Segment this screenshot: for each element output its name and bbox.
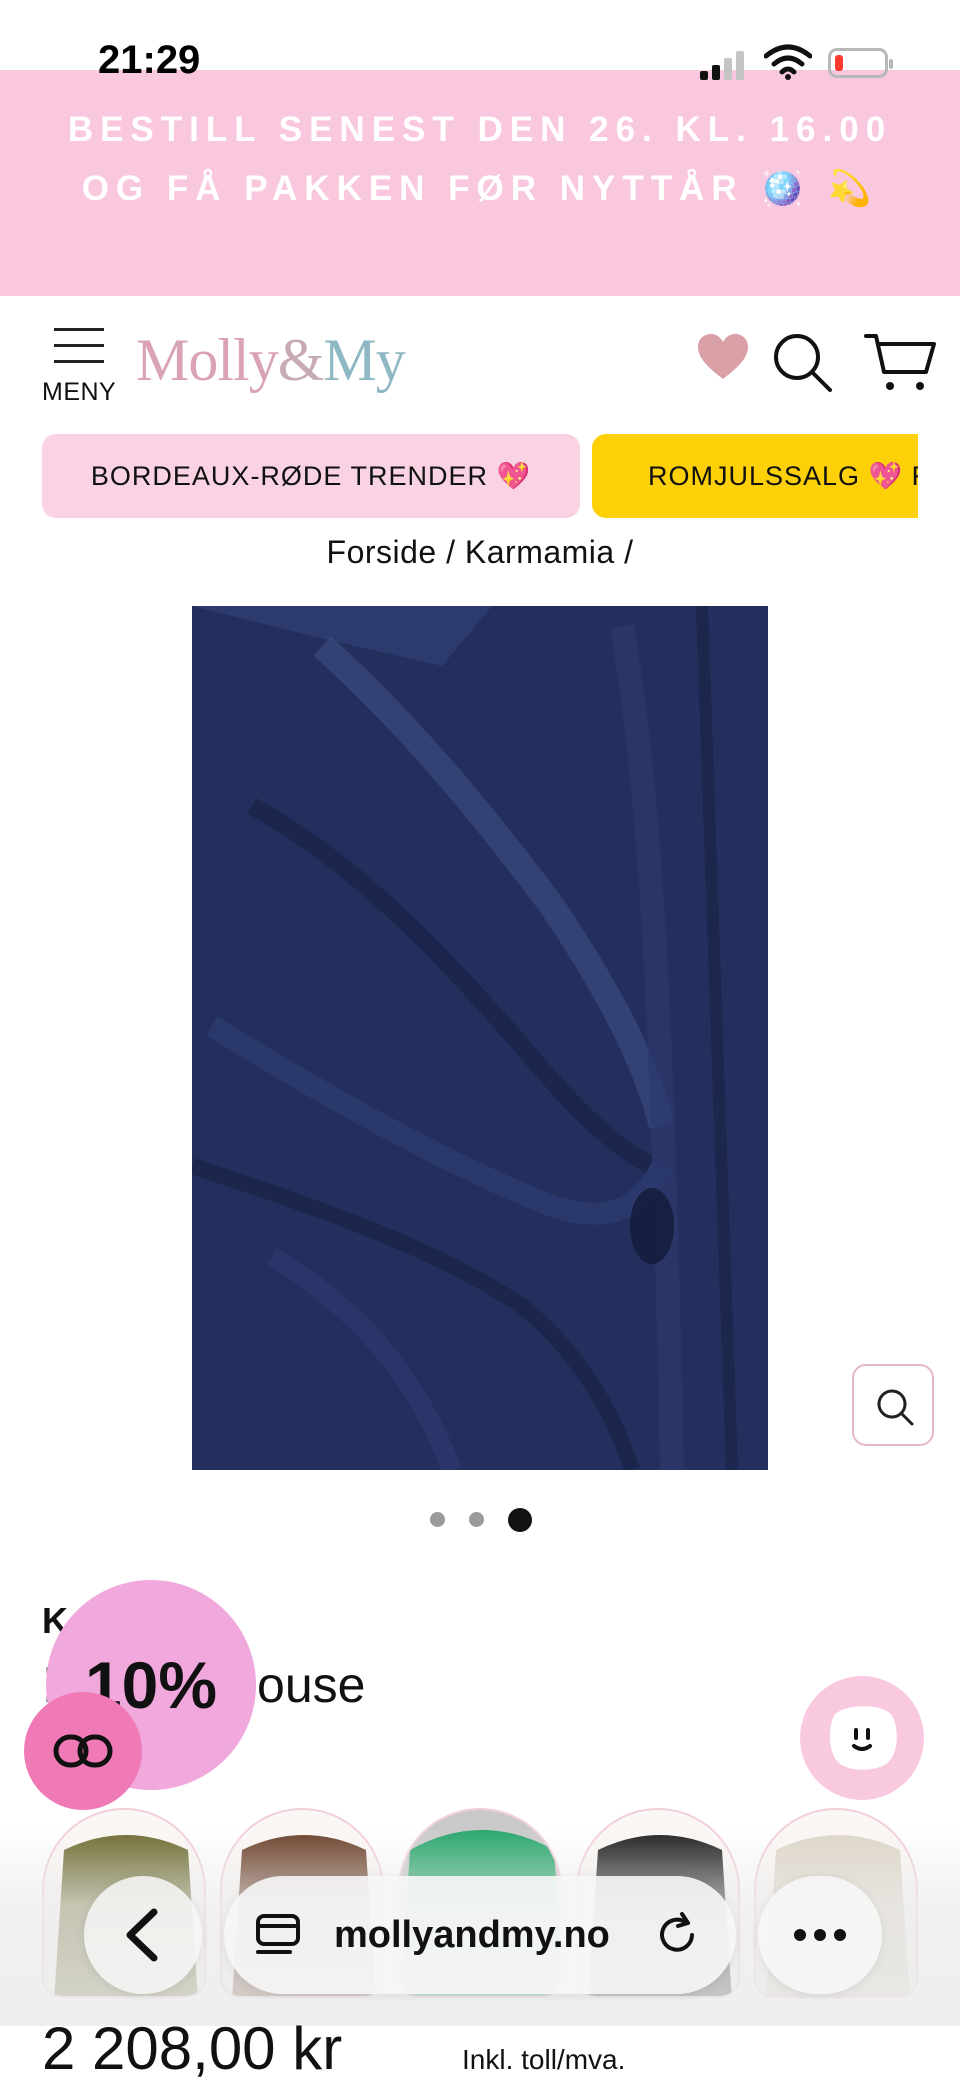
menu-button[interactable]: MENY: [40, 326, 120, 408]
zoom-button[interactable]: [852, 1364, 934, 1446]
chat-face-icon: [829, 1706, 897, 1770]
wifi-icon: [763, 44, 813, 80]
url-text: mollyandmy.no: [334, 1914, 610, 1956]
gallery-pagination: [0, 1506, 960, 1532]
back-button[interactable]: [84, 1876, 202, 1994]
site-logo[interactable]: Molly&My: [136, 326, 406, 395]
category-pills: BORDEAUX-RØDE TRENDER 💖 ROMJULSSALG 💖 F: [0, 434, 918, 518]
hamburger-icon: [54, 326, 104, 366]
heart-icon[interactable]: [696, 332, 750, 387]
category-pill-bordeaux[interactable]: BORDEAUX-RØDE TRENDER 💖: [42, 434, 580, 518]
menu-label: MENY: [42, 378, 117, 406]
address-bar[interactable]: mollyandmy.no: [224, 1876, 736, 1994]
gallery-dot-2[interactable]: [469, 1512, 484, 1527]
loop-icon: [53, 1734, 113, 1768]
chat-button[interactable]: [800, 1676, 924, 1800]
status-time: 21:29: [98, 38, 201, 82]
loop-button[interactable]: [24, 1692, 142, 1810]
zoom-icon: [877, 1389, 914, 1426]
more-icon: [794, 1929, 846, 1941]
status-bar: 21:29: [0, 0, 960, 82]
category-pill-romjulssalg[interactable]: ROMJULSSALG 💖 F: [592, 434, 918, 518]
price-note: Inkl. toll/mva.: [462, 2044, 626, 2075]
logo-text-amp: &: [277, 327, 325, 393]
battery-icon: [828, 48, 893, 78]
logo-text-right: My: [323, 327, 405, 393]
product-price: 2 208,00 kr: [42, 2015, 343, 2078]
breadcrumb[interactable]: Forside / Karmamia /: [0, 534, 960, 571]
gallery-dot-1[interactable]: [430, 1512, 445, 1527]
more-button[interactable]: [758, 1876, 882, 1994]
cart-icon[interactable]: [864, 332, 936, 399]
reload-icon[interactable]: [652, 1910, 702, 1960]
promo-text: BESTILL SENEST DEN 26. KL. 16.00 OG FÅ P…: [67, 110, 893, 208]
cellular-signal-icon: [700, 50, 750, 80]
reader-icon[interactable]: [254, 1912, 306, 1960]
promo-banner[interactable]: BESTILL SENEST DEN 26. KL. 16.00 OG FÅ P…: [0, 70, 960, 296]
gallery-dot-3-active[interactable]: [508, 1508, 532, 1532]
logo-text-left: Molly: [136, 327, 279, 393]
product-image[interactable]: [192, 606, 768, 1470]
search-icon[interactable]: [772, 332, 834, 399]
product-title-right: louse: [245, 1657, 366, 1713]
chevron-left-icon: [126, 1908, 158, 1962]
site-header: MENY Molly&My: [0, 296, 960, 428]
